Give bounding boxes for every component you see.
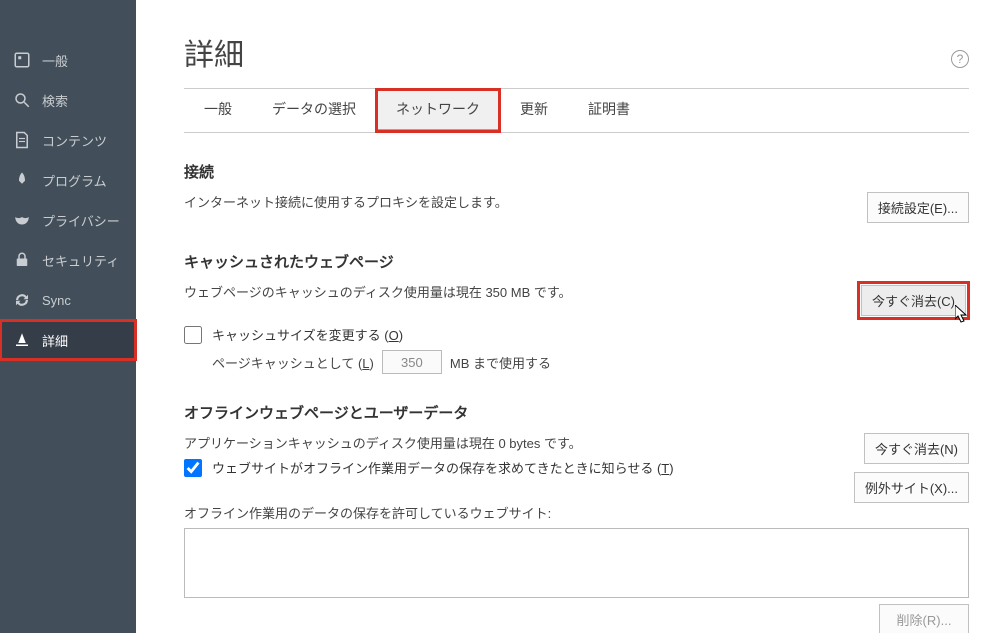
tab-general[interactable]: 一般 <box>184 89 252 132</box>
connection-title: 接続 <box>184 161 969 182</box>
sidebar-item-search[interactable]: 検索 <box>0 80 136 120</box>
sync-icon <box>12 290 32 310</box>
offline-notify-checkbox[interactable] <box>184 459 202 477</box>
sidebar-item-sync[interactable]: Sync <box>0 280 136 320</box>
offline-notify-label: ウェブサイトがオフライン作業用データの保存を求めてきたときに知らせる (T) <box>212 458 674 477</box>
wizard-hat-icon <box>12 330 32 350</box>
help-icon[interactable]: ? <box>951 50 969 68</box>
cache-desc: ウェブページのキャッシュのディスク使用量は現在 350 MB です。 <box>184 282 572 301</box>
clear-offline-button[interactable]: 今すぐ消去(N) <box>864 433 969 464</box>
sidebar-item-label: セキュリティ <box>42 251 119 270</box>
connection-section: 接続 インターネット接続に使用するプロキシを設定します。 接続設定(E)... <box>184 161 969 223</box>
general-icon <box>12 50 32 70</box>
sidebar-item-label: プライバシー <box>42 211 120 230</box>
mask-icon <box>12 210 32 230</box>
offline-remove-button[interactable]: 削除(R)... <box>879 604 969 633</box>
document-icon <box>12 130 32 150</box>
sidebar-item-label: 詳細 <box>42 331 68 350</box>
offline-allowed-listbox[interactable] <box>184 528 969 598</box>
sidebar-item-label: プログラム <box>42 171 107 190</box>
offline-section: オフラインウェブページとユーザーデータ アプリケーションキャッシュのディスク使用… <box>184 402 969 633</box>
search-icon <box>12 90 32 110</box>
cache-limit-suffix: MB まで使用する <box>450 353 551 372</box>
sidebar: 一般 検索 コンテンツ プログラム プライバシー セキュリティ Sync 詳細 <box>0 0 136 633</box>
offline-desc: アプリケーションキャッシュのディスク使用量は現在 0 bytes です。 <box>184 433 844 452</box>
tab-network[interactable]: ネットワーク <box>376 89 500 132</box>
tab-certificates[interactable]: 証明書 <box>568 89 650 132</box>
override-cache-label: キャッシュサイズを変更する (O) <box>212 325 403 344</box>
sidebar-item-label: 一般 <box>42 51 68 70</box>
sidebar-item-applications[interactable]: プログラム <box>0 160 136 200</box>
sidebar-item-content[interactable]: コンテンツ <box>0 120 136 160</box>
sidebar-item-label: 検索 <box>42 91 68 110</box>
sidebar-item-advanced[interactable]: 詳細 <box>0 320 136 360</box>
sidebar-item-label: コンテンツ <box>42 131 107 150</box>
cache-limit-label: ページキャッシュとして (L) <box>212 353 374 372</box>
connection-desc: インターネット接続に使用するプロキシを設定します。 <box>184 192 508 211</box>
rocket-icon <box>12 170 32 190</box>
clear-cache-button[interactable]: 今すぐ消去(C) <box>861 285 966 316</box>
tabstrip: 一般 データの選択 ネットワーク 更新 証明書 <box>184 88 969 133</box>
tab-data-choices[interactable]: データの選択 <box>252 89 376 132</box>
connection-settings-button[interactable]: 接続設定(E)... <box>867 192 969 223</box>
cache-title: キャッシュされたウェブページ <box>184 251 969 272</box>
override-cache-checkbox[interactable] <box>184 326 202 344</box>
main-panel: ? 詳細 一般 データの選択 ネットワーク 更新 証明書 接続 インターネット接… <box>136 0 989 633</box>
sidebar-item-label: Sync <box>42 293 71 308</box>
sidebar-item-privacy[interactable]: プライバシー <box>0 200 136 240</box>
offline-title: オフラインウェブページとユーザーデータ <box>184 402 969 423</box>
sidebar-item-security[interactable]: セキュリティ <box>0 240 136 280</box>
cache-section: キャッシュされたウェブページ ウェブページのキャッシュのディスク使用量は現在 3… <box>184 251 969 374</box>
offline-allowed-label: オフライン作業用のデータの保存を許可しているウェブサイト: <box>184 503 969 522</box>
tab-update[interactable]: 更新 <box>500 89 568 132</box>
offline-exceptions-button[interactable]: 例外サイト(X)... <box>854 472 969 503</box>
sidebar-item-general[interactable]: 一般 <box>0 40 136 80</box>
page-title: 詳細 <box>184 30 969 74</box>
cache-limit-input[interactable] <box>382 350 442 374</box>
lock-icon <box>12 250 32 270</box>
